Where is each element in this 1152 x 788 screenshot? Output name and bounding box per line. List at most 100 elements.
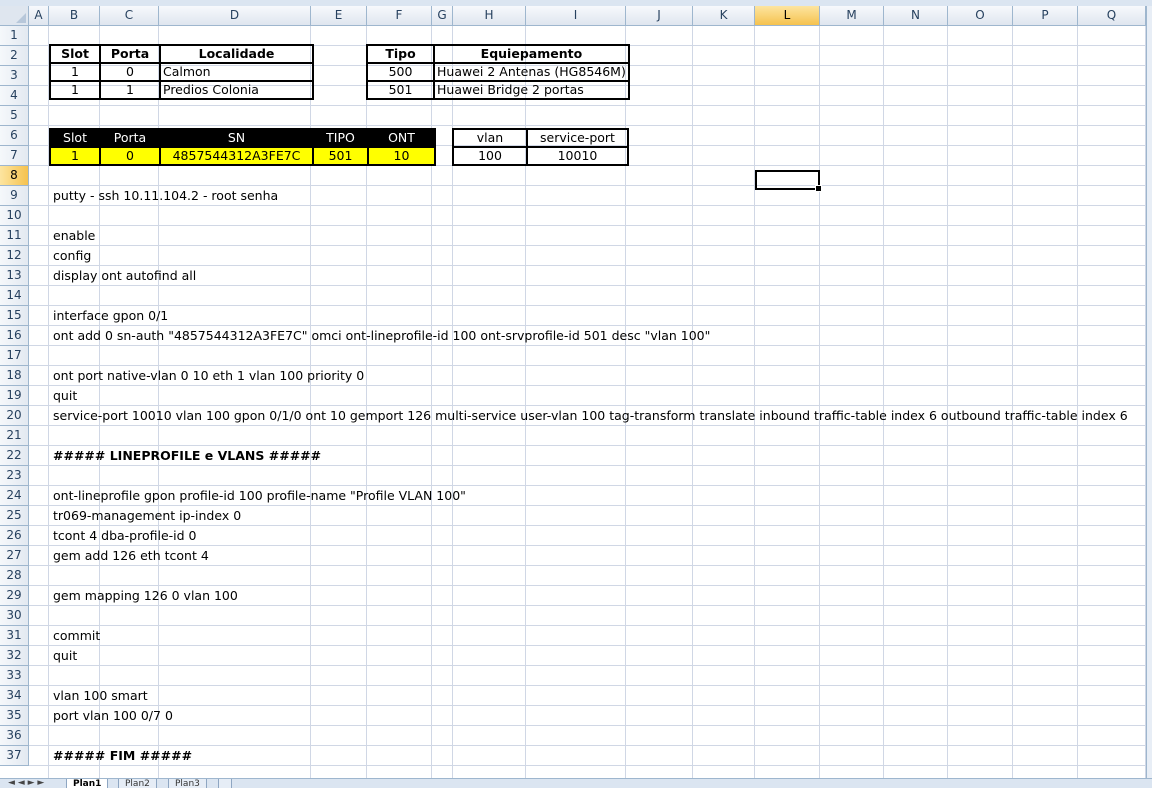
header-tipo[interactable]: Tipo [366,44,435,64]
cell-tipo[interactable]: 501 [366,80,435,100]
column-header-b[interactable]: B [49,6,100,26]
cell-localidade[interactable]: Predios Colonia [159,80,314,100]
cell-text-row-22[interactable]: ##### LINEPROFILE e VLANS ##### [53,446,321,466]
cell-equipamento[interactable]: Huawei 2 Antenas (HG8546M) [433,62,630,82]
row-header-12[interactable]: 12 [0,246,29,266]
row-header-1[interactable]: 1 [0,26,29,46]
row-header-8[interactable]: 8 [0,166,29,186]
cell-sn[interactable]: 4857544312A3FE7C [159,146,314,166]
header-tipo[interactable]: TIPO [312,128,369,148]
row-header-11[interactable]: 11 [0,226,29,246]
row-header-9[interactable]: 9 [0,186,29,206]
row-header-13[interactable]: 13 [0,266,29,286]
cell-slot[interactable]: 1 [49,146,101,166]
cell-text-row-31[interactable]: commit [53,626,100,646]
header-sn[interactable]: SN [159,128,314,148]
row-header-22[interactable]: 22 [0,446,29,466]
row-header-29[interactable]: 29 [0,586,29,606]
cell-service-port[interactable]: 10010 [526,146,629,166]
spreadsheet-grid[interactable]: ABCDEFGHIJKLMNOPQ 1 2 3 4 5 6 7 8 9 10 11 12 13 14 15 1… [0,0,1152,787]
cell-text-row-24[interactable]: ont-lineprofile gpon profile-id 100 prof… [53,486,466,506]
row-header-21[interactable]: 21 [0,426,29,446]
row-header-4[interactable]: 4 [0,86,29,106]
row-header-16[interactable]: 16 [0,326,29,346]
row-header-24[interactable]: 24 [0,486,29,506]
cell-text-row-9[interactable]: putty - ssh 10.11.104.2 - root senha [53,186,278,206]
select-all-corner[interactable] [0,6,29,26]
row-header-35[interactable]: 35 [0,706,29,726]
row-header-25[interactable]: 25 [0,506,29,526]
header-slot[interactable]: Slot [49,128,101,148]
row-header-2[interactable]: 2 [0,46,29,66]
row-header-6[interactable]: 6 [0,126,29,146]
cell-text-row-15[interactable]: interface gpon 0/1 [53,306,168,326]
column-header-d[interactable]: D [159,6,311,26]
cell-tipo[interactable]: 500 [366,62,435,82]
cell-text-row-37[interactable]: ##### FIM ##### [53,746,192,766]
cell-text-row-34[interactable]: vlan 100 smart [53,686,148,706]
cell-text-row-16[interactable]: ont add 0 sn-auth "4857544312A3FE7C" omc… [53,326,710,346]
cell-text-row-35[interactable]: port vlan 100 0/7 0 [53,706,173,726]
column-header-f[interactable]: F [367,6,432,26]
cell-ont[interactable]: 10 [367,146,436,166]
row-header-34[interactable]: 34 [0,686,29,706]
header-slot[interactable]: Slot [49,44,101,64]
row-header-10[interactable]: 10 [0,206,29,226]
column-header-g[interactable]: G [432,6,453,26]
row-header-19[interactable]: 19 [0,386,29,406]
row-header-14[interactable]: 14 [0,286,29,306]
row-header-33[interactable]: 33 [0,666,29,686]
cell-text-row-25[interactable]: tr069-management ip-index 0 [53,506,241,526]
column-header-m[interactable]: M [820,6,884,26]
cell-tipo[interactable]: 501 [312,146,369,166]
cell-text-row-27[interactable]: gem add 126 eth tcont 4 [53,546,209,566]
cell-vlan[interactable]: 100 [452,146,528,166]
column-header-h[interactable]: H [453,6,526,26]
header-ont[interactable]: ONT [367,128,436,148]
cell-porta[interactable]: 1 [99,80,161,100]
cell-text-row-18[interactable]: ont port native-vlan 0 10 eth 1 vlan 100… [53,366,364,386]
header-service-port[interactable]: service-port [526,128,629,148]
column-header-o[interactable]: O [948,6,1013,26]
active-cell-selection[interactable] [755,170,822,192]
row-header-30[interactable]: 30 [0,606,29,626]
cell-text-row-29[interactable]: gem mapping 126 0 vlan 100 [53,586,238,606]
cell-porta[interactable]: 0 [99,62,161,82]
cell-text-row-13[interactable]: display ont autofind all [53,266,196,286]
row-header-20[interactable]: 20 [0,406,29,426]
header-porta[interactable]: Porta [99,128,161,148]
cell-slot[interactable]: 1 [49,80,101,100]
row-header-5[interactable]: 5 [0,106,29,126]
row-header-3[interactable]: 3 [0,66,29,86]
row-header-18[interactable]: 18 [0,366,29,386]
header-localidade[interactable]: Localidade [159,44,314,64]
cell-text-row-26[interactable]: tcont 4 dba-profile-id 0 [53,526,197,546]
header-porta[interactable]: Porta [99,44,161,64]
cell-porta[interactable]: 0 [99,146,161,166]
column-header-i[interactable]: I [526,6,626,26]
row-header-7[interactable]: 7 [0,146,29,166]
column-header-n[interactable]: N [884,6,948,26]
row-header-31[interactable]: 31 [0,626,29,646]
row-header-17[interactable]: 17 [0,346,29,366]
cell-equipamento[interactable]: Huawei Bridge 2 portas [433,80,630,100]
header-equipamento[interactable]: Equiepamento [433,44,630,64]
row-header-36[interactable]: 36 [0,726,29,746]
cell-localidade[interactable]: Calmon [159,62,314,82]
column-header-q[interactable]: Q [1078,6,1146,26]
row-header-27[interactable]: 27 [0,546,29,566]
row-header-15[interactable]: 15 [0,306,29,326]
row-header-32[interactable]: 32 [0,646,29,666]
column-header-p[interactable]: P [1013,6,1078,26]
row-header-37[interactable]: 37 [0,746,29,766]
vertical-scrollbar[interactable] [1146,6,1152,778]
column-header-a[interactable]: A [29,6,49,26]
column-header-j[interactable]: J [626,6,693,26]
row-header-23[interactable]: 23 [0,466,29,486]
cell-text-row-12[interactable]: config [53,246,91,266]
cell-text-row-11[interactable]: enable [53,226,95,246]
row-header-26[interactable]: 26 [0,526,29,546]
cell-slot[interactable]: 1 [49,62,101,82]
column-header-k[interactable]: K [693,6,755,26]
row-header-28[interactable]: 28 [0,566,29,586]
